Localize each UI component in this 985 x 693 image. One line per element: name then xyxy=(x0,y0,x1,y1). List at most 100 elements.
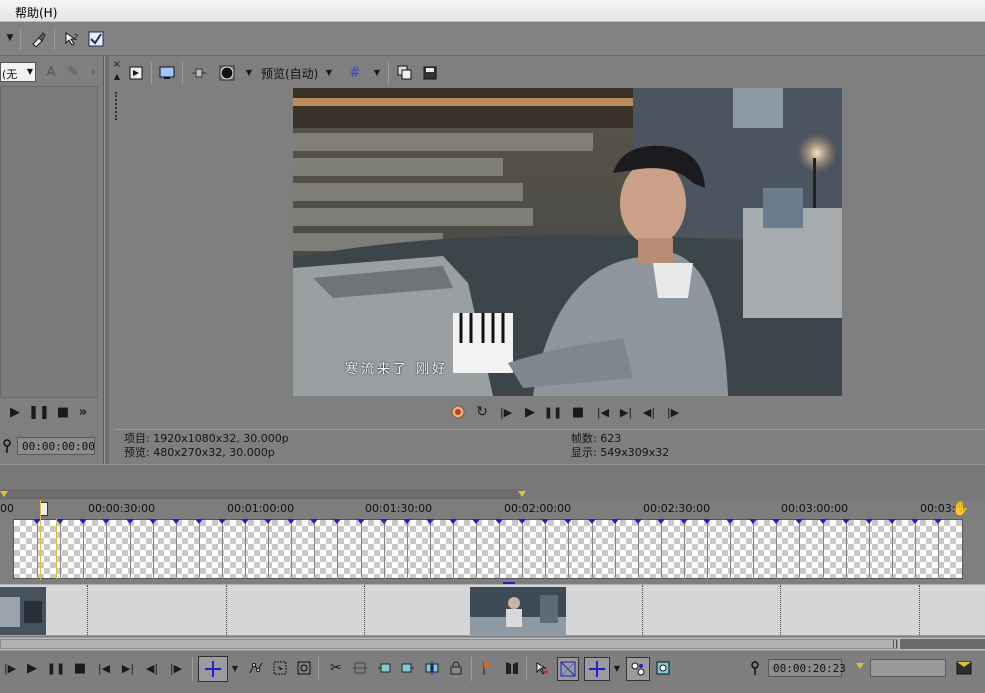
timeline-ruler[interactable]: 00 00:00:30:00 00:01:00:00 00:01:30:00 0… xyxy=(0,500,985,518)
grid-icon[interactable]: # xyxy=(346,64,364,82)
toolbar-separator xyxy=(151,62,152,84)
marker-flag-icon[interactable] xyxy=(480,660,496,676)
playhead-handle[interactable] xyxy=(40,502,48,516)
split-screen-icon[interactable] xyxy=(190,64,208,82)
copy-snapshot-icon[interactable] xyxy=(396,64,414,82)
text-effect-icon[interactable]: A xyxy=(42,63,60,81)
media-clip-thumbnail[interactable] xyxy=(470,587,566,635)
ripple-edit-toggle[interactable] xyxy=(584,657,610,681)
preview-properties-icon[interactable] xyxy=(127,64,145,82)
media-clip-thumbnail[interactable] xyxy=(0,587,46,635)
auto-crossfade-toggle[interactable] xyxy=(557,657,579,681)
monitor-icon[interactable] xyxy=(158,64,176,82)
previous-frame-icon[interactable]: ◀| xyxy=(143,660,161,676)
frame-divider xyxy=(430,520,431,580)
lock-envelopes-toggle[interactable] xyxy=(626,657,650,681)
frame-divider xyxy=(592,520,593,580)
ruler-label: 00:00:30:00 xyxy=(88,502,156,515)
chevron-down-icon: ▼ xyxy=(26,67,33,76)
chevron-down-icon[interactable]: ▼ xyxy=(4,31,16,45)
stop-icon[interactable]: ■ xyxy=(56,405,70,419)
next-frame-icon[interactable]: |▶ xyxy=(167,660,185,676)
stop-icon[interactable]: ■ xyxy=(72,660,88,676)
chevron-right-icon[interactable]: › xyxy=(86,63,100,81)
record-icon[interactable] xyxy=(450,404,466,420)
media-grouping-icon[interactable] xyxy=(655,660,671,676)
split-icon[interactable] xyxy=(424,660,440,676)
frame-marker xyxy=(149,519,157,524)
frame-marker xyxy=(241,519,249,524)
region-icon[interactable] xyxy=(504,660,520,676)
pause-icon[interactable]: ❚❚ xyxy=(544,404,562,420)
pin-panel-icon[interactable]: ▲ xyxy=(112,72,122,82)
play-from-start-icon[interactable]: |▶ xyxy=(2,660,18,676)
zoom-tool-icon[interactable] xyxy=(296,660,312,676)
stop-icon[interactable]: ■ xyxy=(570,404,586,420)
frame-divider xyxy=(130,520,131,580)
loop-end-marker[interactable] xyxy=(518,491,526,497)
chevron-down-icon[interactable]: ▼ xyxy=(230,663,240,675)
previous-frame-icon[interactable]: ◀| xyxy=(640,404,658,420)
loop-start-marker[interactable] xyxy=(0,491,8,497)
frame-marker xyxy=(79,519,87,524)
pause-icon[interactable]: ❚❚ xyxy=(28,405,50,419)
frame-divider xyxy=(522,520,523,580)
save-snapshot-icon[interactable] xyxy=(421,64,439,82)
pin-icon[interactable]: ✎ xyxy=(64,63,82,81)
effect-dropdown[interactable]: (无 ▼ xyxy=(0,62,36,82)
media-track[interactable] xyxy=(0,584,985,636)
video-preview[interactable]: 寒流来了 刚好 xyxy=(293,88,842,396)
frame-divider xyxy=(846,520,847,580)
brush-icon[interactable] xyxy=(28,29,48,49)
pause-icon[interactable]: ❚❚ xyxy=(47,660,65,676)
more-icon[interactable]: » xyxy=(76,405,90,419)
play-icon[interactable]: ▶ xyxy=(24,660,40,676)
go-to-start-icon[interactable]: |◀ xyxy=(595,404,611,420)
normal-edit-tool[interactable] xyxy=(198,656,228,682)
panel-grip[interactable] xyxy=(115,92,118,120)
go-to-start-icon[interactable]: |◀ xyxy=(96,660,112,676)
go-to-end-icon[interactable]: ▶| xyxy=(618,404,634,420)
pin-icon[interactable] xyxy=(2,438,12,454)
go-to-end-icon[interactable]: ▶| xyxy=(120,660,136,676)
pin-icon[interactable] xyxy=(750,660,760,676)
trim-icon[interactable] xyxy=(352,660,368,676)
loop-region-icon[interactable] xyxy=(955,660,973,676)
check-icon[interactable] xyxy=(86,29,106,49)
next-frame-icon[interactable]: |▶ xyxy=(664,404,682,420)
timeline-scrollbar[interactable] xyxy=(0,637,985,650)
loop-icon[interactable]: ↻ xyxy=(474,404,490,420)
frames-info: 帧数: 623 xyxy=(571,432,622,445)
scrollbar-thumb[interactable] xyxy=(0,639,898,649)
chevron-down-icon[interactable]: ▼ xyxy=(244,67,254,79)
play-from-start-icon[interactable]: |▶ xyxy=(498,404,514,420)
overlay-icon[interactable] xyxy=(218,64,236,82)
frame-marker xyxy=(218,519,226,524)
chevron-down-icon[interactable]: ▼ xyxy=(324,67,334,79)
selection-length-field[interactable] xyxy=(870,659,946,677)
frame-marker xyxy=(333,519,341,524)
chevron-down-icon[interactable]: ▼ xyxy=(372,67,382,79)
whats-this-help-icon[interactable]: ? xyxy=(62,29,82,49)
video-track[interactable] xyxy=(13,519,963,580)
frame-divider xyxy=(776,520,777,580)
loop-region-bar[interactable] xyxy=(0,489,522,499)
selection-tool-icon[interactable] xyxy=(272,660,288,676)
snap-icon[interactable] xyxy=(534,660,550,676)
cut-icon[interactable]: ✂ xyxy=(328,660,344,676)
play-icon[interactable]: ▶ xyxy=(522,404,538,420)
play-icon[interactable]: ▶ xyxy=(8,405,22,419)
preview-quality-label[interactable]: 预览(自动) xyxy=(261,65,318,82)
frame-divider xyxy=(453,520,454,580)
close-icon[interactable]: × xyxy=(112,60,122,70)
frame-marker xyxy=(495,519,503,524)
lock-icon[interactable] xyxy=(448,660,464,676)
frame-marker xyxy=(888,519,896,524)
trim-end-icon[interactable] xyxy=(400,660,416,676)
envelope-tool-icon[interactable] xyxy=(248,660,264,676)
trim-start-icon[interactable] xyxy=(376,660,392,676)
panel-splitter[interactable] xyxy=(104,56,109,464)
frame-divider xyxy=(615,520,616,580)
menu-help[interactable]: 帮助(H) xyxy=(15,4,57,21)
chevron-down-icon[interactable]: ▼ xyxy=(612,663,622,675)
